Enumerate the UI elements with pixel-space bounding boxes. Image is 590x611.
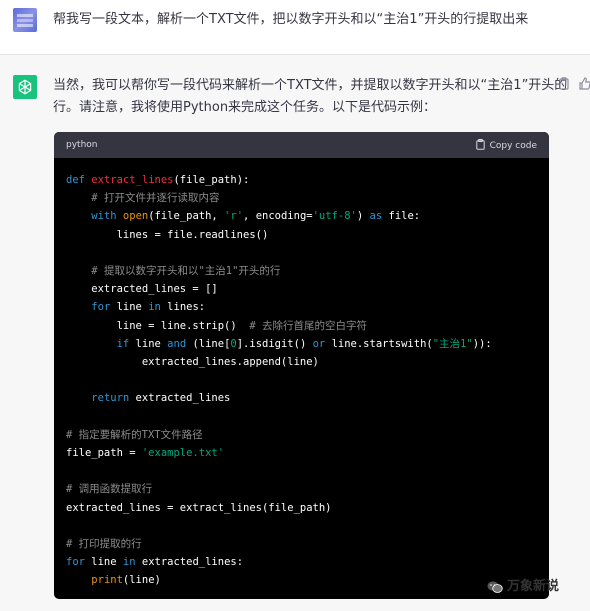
code-language-label: python [66, 140, 98, 150]
user-avatar [13, 8, 37, 32]
watermark: 万象新说 [487, 575, 559, 594]
code-line: line = line.strip() # 去除行首尾的空白字符 [66, 319, 367, 332]
code-block: python Copy code def extract_lines(file_… [54, 132, 549, 599]
code-line: file_path = 'example.txt' [66, 447, 225, 460]
assistant-message-row: 当然，我可以帮你写一段代码来解析一个TXT文件，并提取以数字开头和以“主治1”开… [0, 55, 590, 611]
copy-code-label: Copy code [489, 141, 537, 151]
openai-logo-icon [13, 75, 37, 99]
wechat-icon [487, 581, 503, 593]
code-line: # 打印提取的行 [66, 538, 142, 551]
code-content: def extract_lines(file_path): # 打开文件并逐行读… [66, 171, 492, 590]
watermark-text: 万象新说 [507, 579, 560, 594]
copy-code-button[interactable]: Copy code [475, 139, 537, 151]
code-line: for line in lines: [91, 301, 206, 314]
code-line: # 指定要解析的TXT文件路径 [66, 428, 203, 441]
code-line: for line in extracted_lines: [66, 556, 244, 569]
assistant-text-line: 行。请注意，我将使用Python来完成这个任务。以下是代码示例： [53, 100, 437, 115]
code-line: # 提取以数字开头和以"主治1"开头的行 [91, 265, 281, 278]
code-line: extracted_lines.append(line) [66, 356, 319, 369]
code-line: def extract_lines(file_path): [66, 174, 250, 186]
thumbs-up-icon[interactable] [579, 75, 590, 94]
code-line: extracted_lines = [] [66, 283, 218, 296]
clipboard-icon[interactable] [558, 75, 570, 94]
code-line: lines = file.readlines() [66, 228, 269, 241]
code-block-header: python Copy code [54, 132, 549, 158]
code-line: if line and (line[0].isdigit() or line.s… [116, 337, 492, 350]
code-line: # 调用函数提取行 [66, 483, 153, 496]
code-line: with open(file_path, 'r', encoding='utf-… [91, 210, 421, 223]
assistant-message-text: 当然，我可以帮你写一段代码来解析一个TXT文件，并提取以数字开头和以“主治1”开… [53, 75, 568, 119]
code-line: extracted_lines = extract_lines(file_pat… [66, 501, 332, 514]
code-line: # 打开文件并逐行读取内容 [91, 192, 220, 205]
code-line: print(line) [91, 574, 161, 587]
user-message-text: 帮我写一段文本，解析一个TXT文件，把以数字开头和以“主治1”开头的行提取出来 [53, 12, 529, 27]
assistant-text-line: 当然，我可以帮你写一段代码来解析一个TXT文件，并提取以数字开头和以“主治1”开… [53, 78, 568, 93]
user-message-row: 帮我写一段文本，解析一个TXT文件，把以数字开头和以“主治1”开头的行提取出来 [0, 0, 590, 55]
code-line: return extracted_lines [91, 392, 231, 405]
